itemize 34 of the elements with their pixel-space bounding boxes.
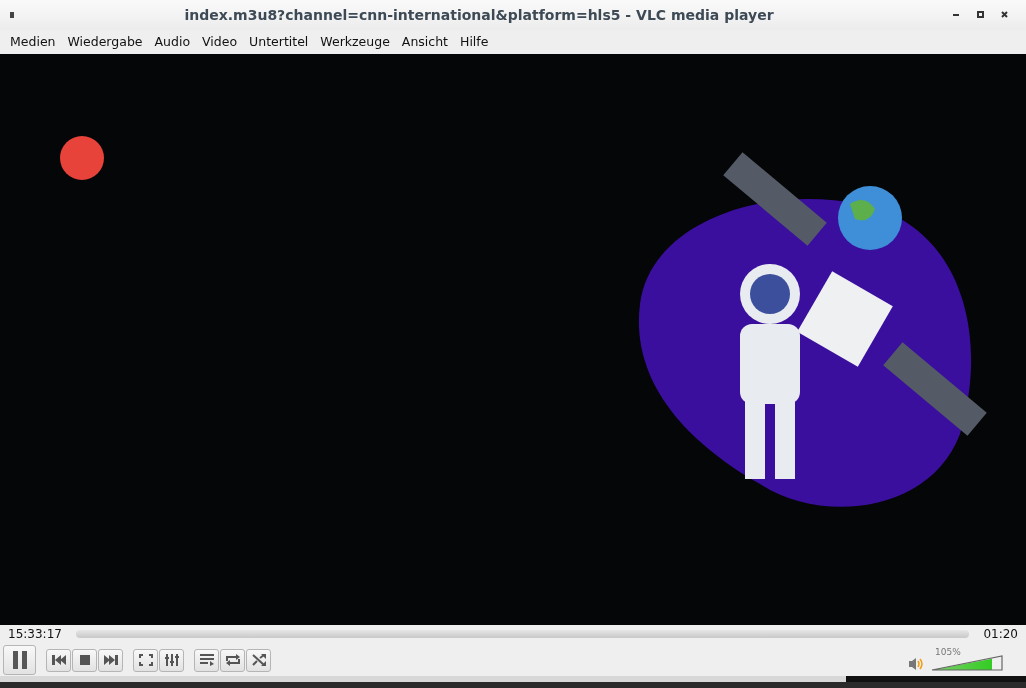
pause-button[interactable] [3,645,36,676]
next-icon [103,655,118,666]
playlist-icon [199,654,214,667]
stop-icon [79,655,90,666]
menu-item[interactable]: Wiedergabe [61,34,149,50]
next-button[interactable] [98,648,123,672]
sliders-icon [164,654,179,667]
stop-button[interactable] [72,648,97,672]
total-time: 01:20 [983,627,1018,642]
close-icon [1000,11,1008,19]
shuffle-button[interactable] [246,648,271,672]
window-title: index.m3u8?channel=cnn-international&platform=hls5 - VLC media player [183,6,775,23]
pause-icon [11,651,28,670]
fullscreen-icon [138,654,153,667]
menu-item[interactable]: Untertitel [243,34,315,50]
app-icon [10,11,14,18]
previous-icon [51,655,66,666]
menu-item[interactable]: Audio [148,34,197,50]
repeat-icon [224,654,241,667]
menu-item[interactable]: Video [196,34,244,50]
menu-item[interactable]: Hilfe [454,34,495,50]
playlist-button[interactable] [194,648,219,672]
repeat-button[interactable] [220,648,245,672]
equalizer-button[interactable] [159,648,184,672]
speaker-icon [909,657,925,672]
menu-item[interactable]: Medien [4,34,62,50]
maximize-icon [976,11,984,19]
shuffle-icon [251,654,266,667]
elapsed-time: 15:33:17 [8,627,62,642]
minimize-icon [953,13,959,16]
menu-item[interactable]: Ansicht [395,34,454,50]
menu-item[interactable]: Werkzeuge [314,34,396,50]
fullscreen-button[interactable] [133,648,158,672]
previous-button[interactable] [46,648,71,672]
